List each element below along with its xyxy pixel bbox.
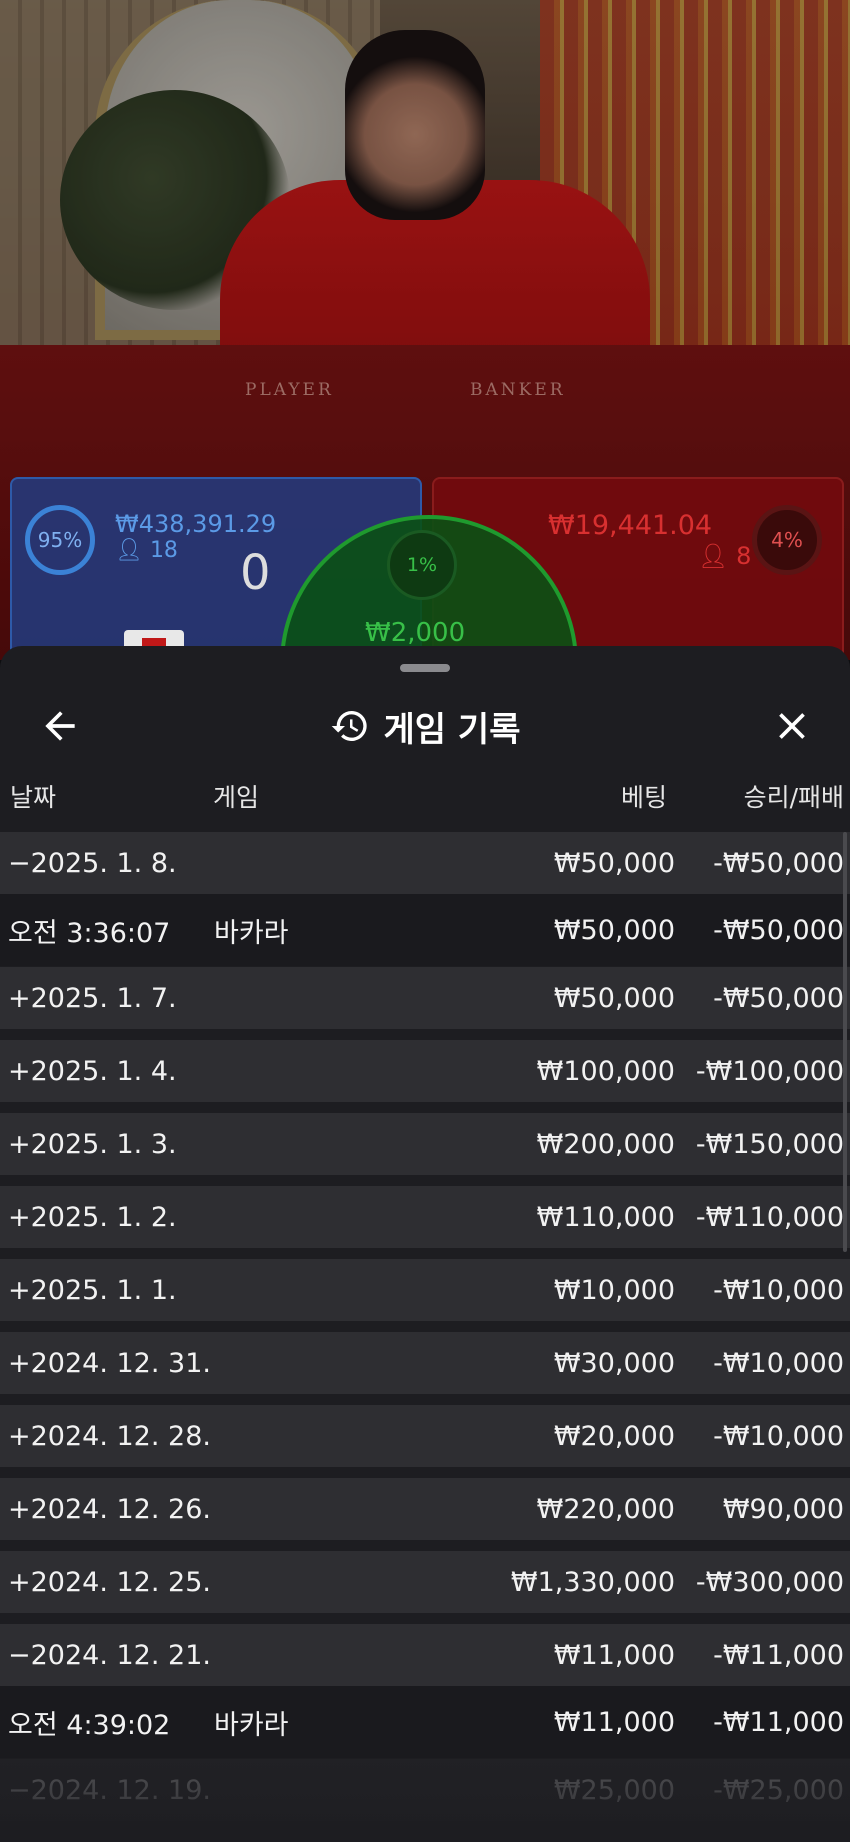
tie-percent-ring: 1%	[387, 530, 457, 600]
column-header-bet[interactable]: 베팅	[621, 778, 667, 818]
row-bet: ₩110,000	[536, 1201, 675, 1233]
history-icon	[331, 711, 367, 741]
row-bet: ₩11,000	[553, 1706, 675, 1738]
row-win-loss: -₩50,000	[713, 914, 844, 946]
row-win-loss: -₩11,000	[713, 1639, 844, 1671]
row-date: −2024. 12. 21.	[8, 1639, 211, 1671]
arrow-left-icon[interactable]	[38, 704, 82, 748]
user-icon: 👤︎	[115, 538, 143, 563]
row-date: −2025. 1. 8.	[8, 847, 177, 879]
row-win-loss: ₩90,000	[722, 1493, 844, 1525]
row-win-loss: -₩11,000	[713, 1706, 844, 1738]
banker-bettor-count: 👤︎ 8	[698, 542, 752, 570]
row-bet: ₩220,000	[536, 1493, 675, 1525]
row-date: +2025. 1. 3.	[8, 1128, 177, 1160]
row-date: 오전 3:36:07	[8, 917, 171, 949]
row-win-loss: -₩110,000	[695, 1201, 844, 1233]
row-bet: ₩50,000	[553, 914, 675, 946]
banker-total-amount: ₩19,441.04	[548, 510, 713, 541]
history-day-row[interactable]: +2025. 1. 2. ₩110,000 -₩110,000	[0, 1186, 850, 1248]
sheet-header: 게임 기록	[0, 686, 850, 766]
row-game: 바카라	[214, 917, 289, 949]
history-day-row[interactable]: −2024. 12. 19. ₩25,000 -₩25,000	[0, 1759, 850, 1821]
sheet-title: 게임 기록	[383, 709, 521, 750]
history-day-row[interactable]: +2024. 12. 31. ₩30,000 -₩10,000	[0, 1332, 850, 1394]
scrollbar[interactable]	[843, 832, 847, 1252]
row-date: +2025. 1. 7.	[8, 982, 177, 1014]
player-bettor-count: 👤︎ 18	[115, 538, 178, 563]
row-bet: ₩50,000	[553, 982, 675, 1014]
row-bet: ₩20,000	[553, 1420, 675, 1452]
row-bet: ₩50,000	[553, 847, 675, 879]
row-date: −2024. 12. 19.	[8, 1774, 211, 1806]
history-list: −2025. 1. 8. ₩50,000 -₩50,000 오전 3:36:07 바카라…	[0, 832, 850, 1832]
row-win-loss: -₩50,000	[713, 982, 844, 1014]
history-detail-row[interactable]: 오전 4:39:02 바카라 ₩11,000 -₩11,000	[0, 1686, 850, 1758]
row-win-loss: -₩10,000	[713, 1274, 844, 1306]
history-day-row[interactable]: +2025. 1. 7. ₩50,000 -₩50,000	[0, 967, 850, 1029]
row-bet: ₩11,000	[553, 1639, 675, 1671]
tie-total-amount: ₩2,000	[365, 618, 466, 648]
row-win-loss: -₩25,000	[713, 1774, 844, 1806]
row-bet: ₩25,000	[553, 1774, 675, 1806]
player-score: 0	[240, 545, 271, 601]
row-date: +2024. 12. 25.	[8, 1566, 211, 1598]
row-date: +2024. 12. 31.	[8, 1347, 211, 1379]
row-date: 오전 4:39:02	[8, 1709, 171, 1741]
history-day-row[interactable]: +2024. 12. 26. ₩220,000 ₩90,000	[0, 1478, 850, 1540]
history-day-row[interactable]: +2024. 12. 25. ₩1,330,000 -₩300,000	[0, 1551, 850, 1613]
row-date: +2025. 1. 4.	[8, 1055, 177, 1087]
row-bet: ₩1,330,000	[510, 1566, 675, 1598]
banker-percent-ring: 4%	[752, 505, 822, 575]
column-header-win-loss[interactable]: 승리/패배	[744, 778, 844, 818]
row-date: +2025. 1. 1.	[8, 1274, 177, 1306]
row-date: +2024. 12. 26.	[8, 1493, 211, 1525]
player-total-amount: ₩438,391.29	[115, 510, 277, 538]
history-detail-row[interactable]: 오전 3:36:07 바카라 ₩50,000 -₩50,000	[0, 894, 850, 966]
row-date: +2024. 12. 28.	[8, 1420, 211, 1452]
history-day-row[interactable]: −2024. 12. 21. ₩11,000 -₩11,000	[0, 1624, 850, 1686]
user-icon: 👤︎	[698, 542, 729, 570]
row-bet: ₩100,000	[536, 1055, 675, 1087]
sheet-drag-handle[interactable]	[400, 664, 450, 672]
history-day-row[interactable]: +2025. 1. 4. ₩100,000 -₩100,000	[0, 1040, 850, 1102]
row-bet: ₩10,000	[553, 1274, 675, 1306]
game-history-sheet: 게임 기록 날짜 게임 베팅 승리/패배 −2025. 1. 8. ₩50,000…	[0, 646, 850, 1842]
history-day-row[interactable]: +2025. 1. 1. ₩10,000 -₩10,000	[0, 1259, 850, 1321]
row-win-loss: -₩150,000	[695, 1128, 844, 1160]
column-header-date[interactable]: 날짜	[10, 778, 56, 818]
row-win-loss: -₩10,000	[713, 1420, 844, 1452]
close-icon[interactable]	[770, 704, 814, 748]
row-bet: ₩30,000	[553, 1347, 675, 1379]
history-day-row[interactable]: +2025. 1. 3. ₩200,000 -₩150,000	[0, 1113, 850, 1175]
row-win-loss: -₩50,000	[713, 847, 844, 879]
history-day-row[interactable]: −2025. 1. 8. ₩50,000 -₩50,000	[0, 832, 850, 894]
row-win-loss: -₩300,000	[695, 1566, 844, 1598]
row-win-loss: -₩10,000	[713, 1347, 844, 1379]
row-date: +2025. 1. 2.	[8, 1201, 177, 1233]
column-header-game[interactable]: 게임	[213, 778, 259, 818]
player-percent-ring: 95%	[25, 505, 95, 575]
history-day-row[interactable]: +2024. 12. 28. ₩20,000 -₩10,000	[0, 1405, 850, 1467]
row-bet: ₩200,000	[536, 1128, 675, 1160]
row-win-loss: -₩100,000	[695, 1055, 844, 1087]
row-game: 바카라	[214, 1709, 289, 1741]
